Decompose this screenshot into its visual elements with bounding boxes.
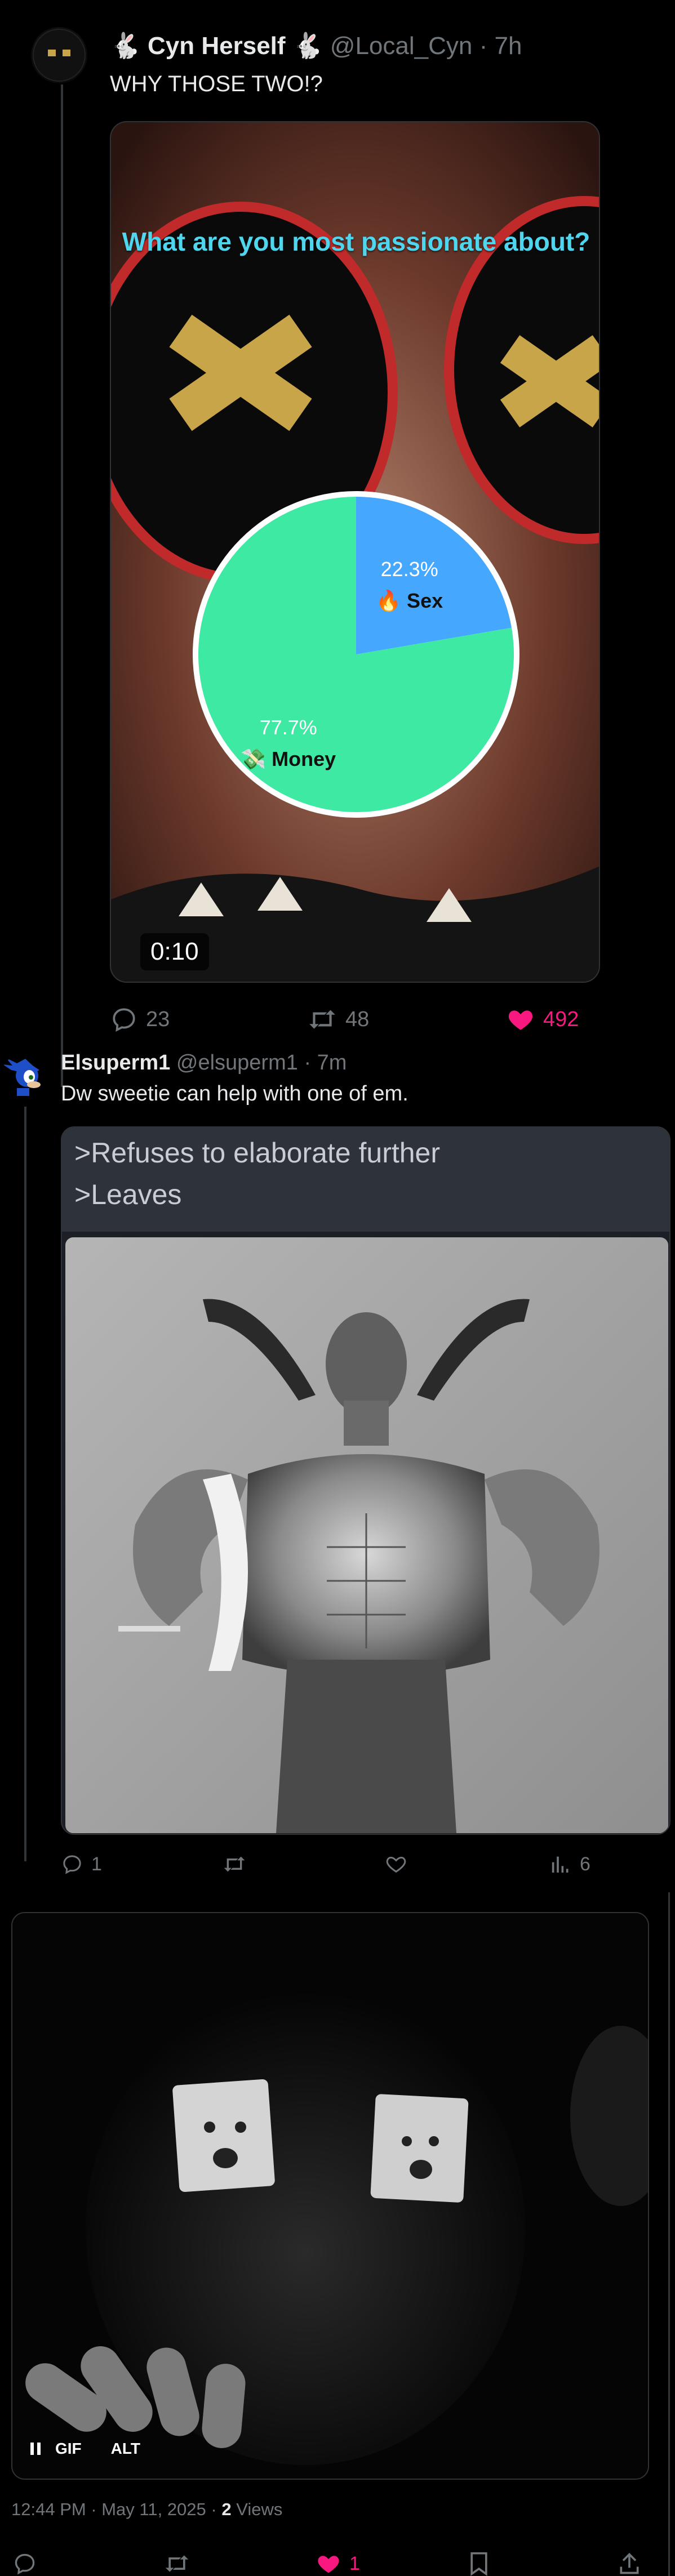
post2-reply-button[interactable]: 1 — [61, 1853, 102, 1875]
post2-text: Dw sweetie can help with one of em. — [61, 1082, 408, 1106]
post1-repost-count: 48 — [345, 1007, 370, 1031]
post3-like-count: 1 — [349, 2552, 360, 2574]
reply-icon — [63, 1855, 81, 1874]
pie-category-label: 🔥 Sex — [376, 589, 443, 612]
avatar-sonic-icon — [3, 1058, 41, 1096]
share-icon — [620, 2552, 639, 2574]
post2-display-name[interactable]: Elsuperm1 — [61, 1051, 170, 1075]
pie-value-label: 22.3% — [381, 558, 438, 581]
repost-icon — [224, 1856, 245, 1872]
avatar-elsuperm1[interactable] — [0, 1053, 51, 1104]
post3-repost-button[interactable] — [163, 2551, 190, 2576]
post3-views-label: Views — [236, 2499, 283, 2519]
repost-icon — [165, 2555, 189, 2572]
pie-value-label: 77.7% — [260, 716, 317, 739]
post3-meta: 12:44 PM · May 11, 2025 · 2 Views — [11, 2499, 282, 2520]
post1-reply-count: 23 — [146, 1007, 170, 1031]
heart-icon — [386, 1856, 406, 1873]
image-caption-line-1: >Refuses to elaborate further — [74, 1137, 440, 1169]
post2-header: Elsuperm1 @elsuperm1 · 7m — [61, 1050, 347, 1076]
pie-category-label: 💸 Money — [241, 747, 336, 770]
post1-like-count: 492 — [543, 1007, 579, 1031]
meme-photo — [65, 1237, 668, 1833]
post3-bookmark-button[interactable] — [468, 2551, 490, 2576]
video-duration: 0:10 — [140, 933, 209, 970]
gif-frame — [12, 1913, 648, 2479]
post3-reply-button[interactable] — [12, 2551, 37, 2576]
heart-filled-icon — [508, 1010, 533, 1030]
post2-handle[interactable]: @elsuperm1 — [176, 1051, 298, 1075]
pause-icon[interactable] — [29, 2441, 42, 2456]
avatar-cyn-icon — [33, 29, 86, 82]
post1-header: 🐇 Cyn Herself 🐇 @Local_Cyn · 7h — [110, 32, 522, 61]
post2-like-button[interactable] — [384, 1853, 408, 1875]
post2-views-button[interactable]: 6 — [549, 1853, 590, 1875]
thread-line — [24, 1107, 26, 1861]
post2-view-count: 6 — [580, 1853, 590, 1875]
post3-like-button[interactable]: 1 — [316, 2551, 360, 2576]
post3-share-button[interactable] — [617, 2551, 642, 2576]
post2-image[interactable]: >Refuses to elaborate further >Leaves — [61, 1126, 670, 1835]
avatar-cyn[interactable] — [31, 27, 87, 83]
post3-gif[interactable]: GIF ALT — [11, 1912, 649, 2480]
alt-badge[interactable]: ALT — [111, 2440, 140, 2458]
reply-icon — [113, 1008, 135, 1032]
views-chart-icon — [552, 1856, 569, 1873]
image-caption-bar: >Refuses to elaborate further >Leaves — [62, 1127, 669, 1232]
post2-reply-count: 1 — [91, 1853, 102, 1875]
post1-repost-button[interactable]: 48 — [307, 1005, 369, 1033]
post2-repost-button[interactable] — [221, 1853, 247, 1875]
post3-timestamp[interactable]: 12:44 PM · May 11, 2025 · — [11, 2499, 217, 2519]
repost-icon — [309, 1010, 335, 1029]
post1-handle[interactable]: @Local_Cyn — [330, 32, 473, 60]
heart-filled-icon — [318, 2556, 339, 2573]
right-edge-divider — [668, 1892, 670, 2576]
passion-pie-chart: 22.3% 🔥 Sex 77.7% 💸 Money — [193, 491, 519, 818]
post3-views-count: 2 — [221, 2499, 232, 2519]
reply-icon — [15, 2553, 35, 2575]
gif-controls: GIF ALT — [29, 2440, 140, 2458]
image-caption-line-2: >Leaves — [74, 1179, 182, 1210]
gif-badge: GIF — [55, 2440, 82, 2457]
post2-time[interactable]: · 7m — [304, 1051, 347, 1075]
bookmark-icon — [470, 2552, 487, 2576]
post1-display-name[interactable]: 🐇 Cyn Herself 🐇 — [110, 32, 323, 60]
post1-time[interactable]: · 7h — [479, 32, 522, 60]
post1-video[interactable]: What are you most passionate about? 22.3… — [110, 121, 600, 983]
post1-reply-button[interactable]: 23 — [110, 1005, 170, 1033]
thread-line — [61, 84, 63, 1087]
post1-text: WHY THOSE TWO!? — [110, 72, 323, 96]
post1-like-button[interactable]: 492 — [506, 1005, 579, 1033]
